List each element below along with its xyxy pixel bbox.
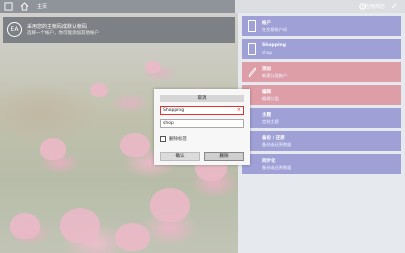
tile-subtitle: 新建分类帐户 [262, 73, 288, 78]
tile-title: 主题 [262, 113, 271, 118]
tile-subtitle: 定制主题 [262, 119, 279, 124]
tile-edit[interactable]: 编辑 编辑分类 [242, 85, 401, 105]
header-subtitle: 选择一个帐户，你可能添加其他帐户 [27, 31, 99, 36]
tile-backup[interactable]: 备份 / 还原 备份或还原数据 [242, 131, 401, 151]
name-field[interactable]: Shopping × [160, 106, 244, 115]
sidebar: 帐户 在交易帐户间 Shopping shop 添加 新建分类帐户 编辑 编辑分… [238, 13, 405, 253]
file-icon [248, 43, 256, 55]
confirm-button[interactable]: 确认 [160, 152, 200, 161]
tile-subtitle: 编辑分类 [262, 96, 279, 101]
tile-title: 备份 / 还原 [262, 136, 285, 141]
delete-button[interactable]: 删除 [204, 152, 244, 161]
tile-add[interactable]: 添加 新建分类帐户 [242, 62, 401, 82]
tile-title: 同步化 [262, 159, 276, 164]
tile-title: 帐户 [262, 21, 271, 26]
pencil-icon [248, 67, 256, 78]
name-field-value: Shopping [163, 108, 185, 113]
tile-subtitle: shop [262, 50, 273, 55]
edit-category-dialog: 取消 Shopping × shop 删除标签 确认 删除 [154, 89, 250, 165]
tile-shopping[interactable]: Shopping shop [242, 39, 401, 59]
tile-subtitle: 备份或还原数据 [262, 165, 292, 170]
delete-label-checkbox[interactable] [160, 136, 166, 142]
tile-theme[interactable]: 主题 定制主题 [242, 108, 401, 128]
home-icon[interactable] [20, 2, 29, 11]
pin-icon[interactable] [391, 3, 397, 9]
header-title: 采用您的主帐码成默认帐码 [27, 24, 88, 30]
back-icon[interactable] [4, 2, 13, 11]
checkbox-label: 删除标签 [169, 137, 187, 142]
title-bar: 主页 应用商店 [0, 0, 405, 13]
store-link[interactable]: 应用商店 [365, 3, 385, 10]
dialog-header[interactable]: 取消 [160, 95, 244, 102]
description-field-value: shop [163, 121, 174, 126]
tile-subtitle: 备份或还原数据 [262, 142, 292, 147]
tile-title: 添加 [262, 67, 271, 72]
app-logo: EA [7, 22, 22, 37]
tile-title: 编辑 [262, 90, 271, 95]
tile-subtitle: 在交易帐户间 [262, 27, 288, 32]
title-bar-left: 主页 [0, 0, 235, 13]
account-header: EA 采用您的主帐码成默认帐码 选择一个帐户，你可能添加其他帐户 [3, 17, 235, 43]
tile-title: Shopping [262, 43, 286, 48]
file-icon [248, 20, 256, 32]
tile-sync[interactable]: 同步化 备份或还原数据 [242, 154, 401, 174]
tile-accounts[interactable]: 帐户 在交易帐户间 [242, 16, 401, 36]
description-field[interactable]: shop [160, 119, 244, 128]
app-title: 主页 [37, 4, 48, 10]
clear-icon[interactable]: × [237, 107, 241, 114]
